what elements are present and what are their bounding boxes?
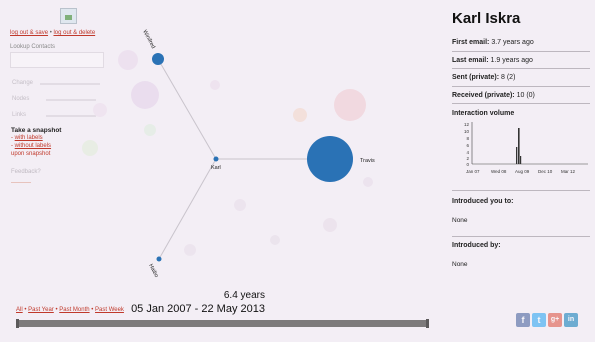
x-tick: Mar 12 [561,169,576,174]
edge-karl-winifred [157,58,217,160]
y-tick: 0 [466,162,469,167]
google-plus-icon[interactable]: g+ [548,313,562,327]
duration-label: 6.4 years [223,290,265,301]
x-tick: Jan 07 [466,169,480,174]
interaction-volume-chart: 12 10 8 6 4 2 0 Jan 07 Wed 08 Aug 09 Dec… [464,122,588,174]
y-tick: 4 [466,150,469,155]
node-label-haibo: Haibo [147,263,159,279]
left-panel: log out & save • log out & delete Lookup… [0,0,430,342]
timeline-slider[interactable] [16,319,429,328]
interaction-volume-title: Interaction volume [452,110,515,117]
timeline-end-handle[interactable] [426,319,429,328]
node-label-travis: Travis [360,158,375,164]
node-travis[interactable] [307,136,353,182]
range-all-link[interactable]: All [16,307,23,313]
volume-bar [516,147,518,164]
date-range-label: 05 Jan 2007 - 22 May 2013 [131,303,265,315]
introduced-you-value: None [452,217,468,224]
x-tick: Aug 09 [515,169,530,174]
x-tick: Wed 08 [491,169,507,174]
contact-name: Karl Iskra [452,10,521,27]
node-label-winifred: Winifred [141,29,156,50]
linkedin-icon[interactable]: in [564,313,578,327]
y-tick: 2 [466,156,469,161]
last-email-row: Last email: 1.9 years ago [452,57,533,64]
sent-row: Sent (private): 8 (2) [452,74,516,81]
y-tick: 6 [466,143,469,148]
divider [452,103,590,104]
introduced-by-value: None [452,261,468,268]
node-haibo[interactable] [156,256,162,262]
volume-bar [520,156,522,164]
divider [452,236,590,237]
twitter-icon[interactable]: t [532,313,546,327]
y-tick: 12 [464,122,470,127]
introduced-you-title: Introduced you to: [452,198,514,205]
received-row: Received (private): 10 (0) [452,92,535,99]
divider [452,86,590,87]
network-graph: Karl Travis Winifred Haibo [82,29,375,279]
range-past-year-link[interactable]: Past Year [28,307,54,313]
first-email-row: First email: 3.7 years ago [452,39,534,46]
social-share-bar: f t g+ in [516,313,578,327]
volume-bar [518,128,520,164]
divider [452,190,590,191]
edge-karl-haibo [158,158,217,260]
facebook-icon[interactable]: f [516,313,530,327]
timeline-start-handle[interactable] [16,319,19,328]
node-label-karl: Karl [211,165,221,171]
range-past-month-link[interactable]: Past Month [59,307,89,313]
node-karl[interactable] [213,156,219,162]
range-past-week-link[interactable]: Past Week [95,307,124,313]
y-tick: 8 [466,136,469,141]
y-tick: 10 [464,129,470,134]
x-tick: Dec 10 [538,169,553,174]
time-range-links: All • Past Year • Past Month • Past Week [16,307,124,313]
node-winifred[interactable] [152,53,164,65]
introduced-by-title: Introduced by: [452,242,501,249]
divider [452,68,590,69]
contact-details-panel: Karl Iskra First email: 3.7 years ago La… [450,0,595,342]
divider [452,51,590,52]
